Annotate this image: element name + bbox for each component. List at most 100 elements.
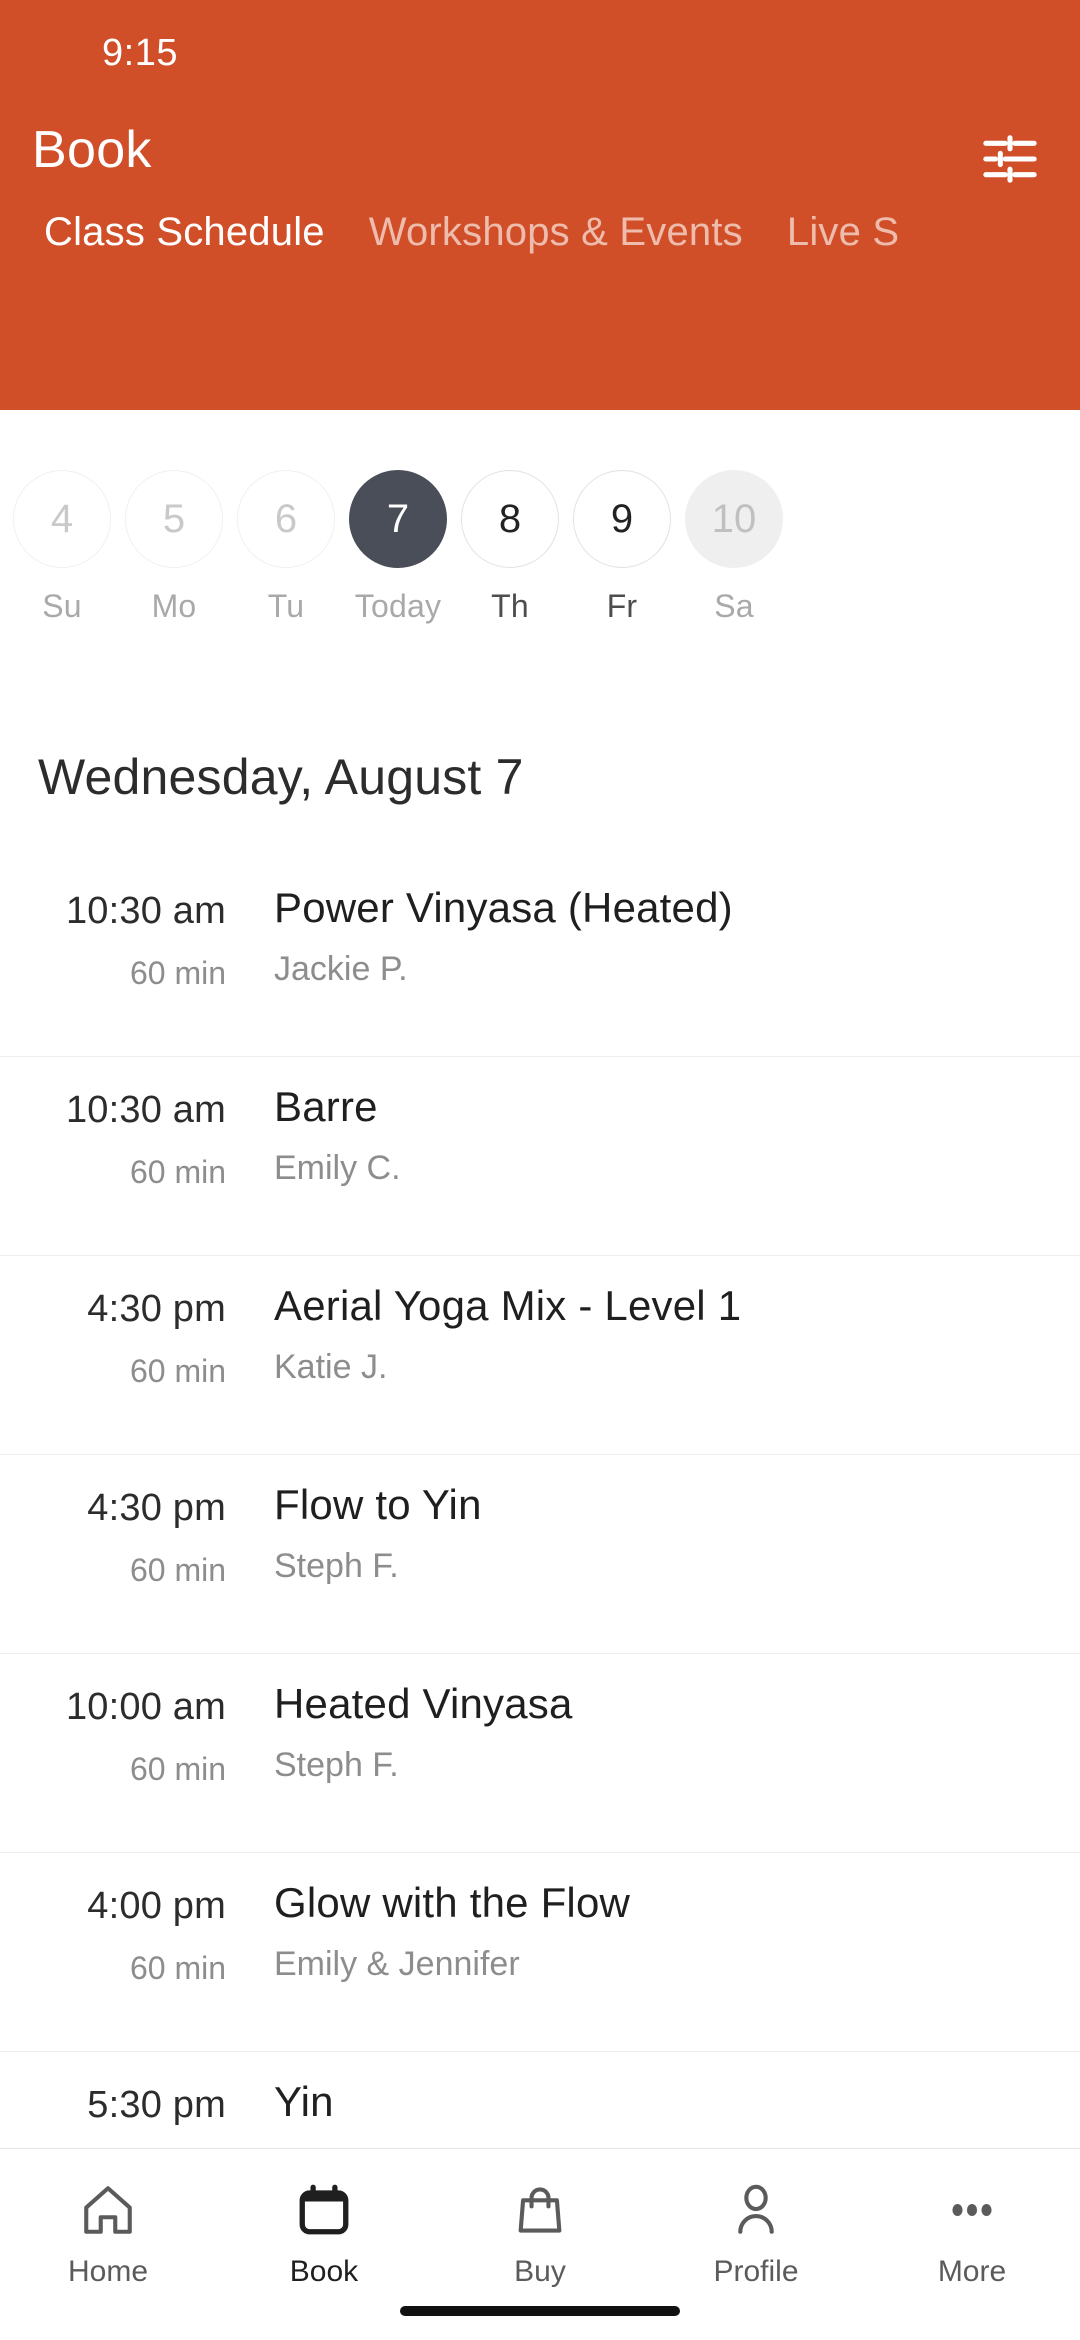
class-duration: 60 min [129,1552,226,1588]
date-weekday-label: Tu [267,588,305,624]
date-weekday-label: Th [491,588,529,624]
nav-label: Book [289,2255,359,2288]
class-start-time: 10:00 am [65,1686,226,1728]
class-start-time: 5:30 pm [87,2084,226,2126]
tab-live-streaming[interactable]: Live S [765,212,921,252]
class-name: Flow to Yin [274,1481,482,1528]
class-duration: 60 min [129,1751,226,1787]
date-weekday-label: Mo [151,588,197,624]
class-time-column: 4:30 pm 60 min [36,1256,226,1390]
person-icon [727,2175,785,2245]
class-info-column: Power Vinyasa (Heated) Jackie P. [226,858,1040,989]
class-start-time: 4:00 pm [87,1885,226,1927]
calendar-icon [295,2175,353,2245]
date-weekday-label: Sa [714,588,754,624]
class-name: Aerial Yoga Mix - Level 1 [274,1282,742,1329]
filter-button[interactable] [972,124,1048,194]
class-schedule-list[interactable]: 10:30 am 60 min Power Vinyasa (Heated) J… [0,858,1080,2148]
class-duration: 60 min [129,955,226,991]
date-cell-9[interactable]: 9 Fr [570,470,674,625]
class-start-time: 4:30 pm [87,1288,226,1330]
class-time-column: 10:00 am 60 min [36,1654,226,1788]
table-row[interactable]: 4:30 pm 60 min Flow to Yin Steph F. [0,1455,1080,1654]
date-cell-6[interactable]: 6 Tu [234,470,338,625]
class-time-column: 4:30 pm 60 min [36,1455,226,1589]
bottom-navigation-bar[interactable]: Home Book Buy Profile More [0,2148,1080,2340]
class-time-column: 10:30 am 60 min [36,1057,226,1191]
status-bar-clock: 9:15 [102,32,178,74]
nav-label: Buy [514,2255,566,2288]
date-circle: 7 [349,470,447,568]
date-cell-8[interactable]: 8 Th [458,470,562,625]
date-weekday-label: Su [42,588,82,624]
date-circle: 5 [125,470,223,568]
class-time-column: 10:30 am 60 min [36,858,226,992]
class-name: Glow with the Flow [274,1879,631,1926]
nav-label: Profile [713,2255,799,2288]
class-time-column: 5:30 pm [36,2052,226,2148]
home-indicator [400,2306,680,2316]
nav-label: More [937,2255,1007,2288]
date-cell-4[interactable]: 4 Su [10,470,114,625]
schedule-date-heading: Wednesday, August 7 [38,749,524,805]
class-duration: 60 min [129,1154,226,1190]
app-root: 9:15 Book Class Schedule Workshops & Eve… [0,0,1080,2340]
class-info-column: Heated Vinyasa Steph F. [226,1654,1040,1785]
table-row[interactable]: 5:30 pm Yin [0,2052,1080,2148]
class-start-time: 10:30 am [65,890,226,932]
nav-item-book[interactable]: Book [216,2175,432,2289]
table-row[interactable]: 10:00 am 60 min Heated Vinyasa Steph F. [0,1654,1080,1853]
class-instructor: Emily C. [274,1149,401,1187]
page-title: Book [32,121,152,179]
class-info-column: Flow to Yin Steph F. [226,1455,1040,1586]
class-instructor: Katie J. [274,1348,388,1386]
class-instructor: Steph F. [274,1547,399,1585]
class-instructor: Steph F. [274,1746,399,1784]
filter-sliders-icon [983,135,1037,183]
table-row[interactable]: 10:30 am 60 min Power Vinyasa (Heated) J… [0,858,1080,1057]
class-info-column: Yin [226,2052,1040,2144]
nav-item-buy[interactable]: Buy [432,2175,648,2289]
bag-icon [511,2175,569,2245]
nav-item-profile[interactable]: Profile [648,2175,864,2289]
table-row[interactable]: 4:00 pm 60 min Glow with the Flow Emily … [0,1853,1080,2052]
class-info-column: Barre Emily C. [226,1057,1040,1188]
date-cell-10[interactable]: 10 Sa [682,470,786,625]
date-weekday-label: Fr [606,588,638,624]
nav-item-home[interactable]: Home [0,2175,216,2289]
class-instructor: Emily & Jennifer [274,1945,520,1983]
class-duration: 60 min [129,1950,226,1986]
class-name: Power Vinyasa (Heated) [274,884,733,931]
class-name: Barre [274,1083,378,1130]
class-time-column: 4:00 pm 60 min [36,1853,226,1987]
class-start-time: 4:30 pm [87,1487,226,1529]
nav-item-more[interactable]: More [864,2175,1080,2289]
header-tab-bar[interactable]: Class Schedule Workshops & Events Live S [0,212,1080,332]
table-row[interactable]: 10:30 am 60 min Barre Emily C. [0,1057,1080,1256]
class-name: Heated Vinyasa [274,1680,573,1727]
table-row[interactable]: 4:30 pm 60 min Aerial Yoga Mix - Level 1… [0,1256,1080,1455]
home-icon [79,2175,137,2245]
class-info-column: Aerial Yoga Mix - Level 1 Katie J. [226,1256,1040,1387]
date-strip[interactable]: 4 Su 5 Mo 6 Tu 7 Today 8 Th 9 Fr 10 Sa [0,410,1080,680]
date-circle: 10 [685,470,783,568]
date-cell-5[interactable]: 5 Mo [122,470,226,625]
app-header: 9:15 Book Class Schedule Workshops & Eve… [0,0,1080,410]
date-circle: 9 [573,470,671,568]
tab-workshops-events[interactable]: Workshops & Events [347,212,765,252]
class-instructor: Jackie P. [274,950,408,988]
class-start-time: 10:30 am [65,1089,226,1131]
nav-label: Home [67,2255,149,2288]
date-circle: 8 [461,470,559,568]
tab-class-schedule[interactable]: Class Schedule [22,212,347,252]
ellipsis-icon [943,2175,1001,2245]
app-bar: Book [0,96,1080,216]
date-weekday-label: Today [354,588,442,624]
date-circle: 4 [13,470,111,568]
class-name: Yin [274,2078,334,2125]
date-circle: 6 [237,470,335,568]
class-info-column: Glow with the Flow Emily & Jennifer [226,1853,1040,1984]
date-cell-7-today[interactable]: 7 Today [346,470,450,625]
status-bar: 9:15 [0,0,1080,96]
class-duration: 60 min [129,1353,226,1389]
